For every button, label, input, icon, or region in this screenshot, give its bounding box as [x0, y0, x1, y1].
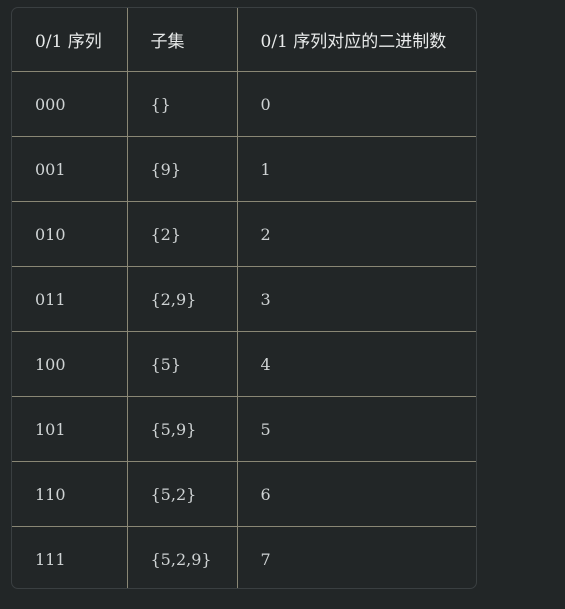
subset-table: 0/1 序列 子集 0/1 序列对应的二进制数 000 {} 0 001 {9}…	[12, 8, 476, 588]
cell-subset: {5,9}	[127, 396, 238, 462]
cell-sequence: 011	[12, 266, 128, 332]
cell-binary: 3	[237, 266, 476, 332]
table-row: 101 {5,9} 5	[12, 396, 476, 462]
cell-binary: 5	[237, 396, 476, 462]
cell-subset: {5}	[127, 331, 238, 397]
header-sequence: 0/1 序列	[12, 8, 128, 72]
cell-subset: {}	[127, 71, 238, 137]
cell-sequence: 010	[12, 201, 128, 267]
table-row: 111 {5,2,9} 7	[12, 526, 476, 588]
table-row: 100 {5} 4	[12, 331, 476, 397]
table-row: 011 {2,9} 3	[12, 266, 476, 332]
cell-subset: {2,9}	[127, 266, 238, 332]
table-container: 0/1 序列 子集 0/1 序列对应的二进制数 000 {} 0 001 {9}…	[11, 7, 477, 589]
cell-subset: {9}	[127, 136, 238, 202]
cell-subset: {5,2,9}	[127, 526, 238, 588]
table-row: 000 {} 0	[12, 71, 476, 137]
header-binary: 0/1 序列对应的二进制数	[237, 8, 476, 72]
cell-sequence: 110	[12, 461, 128, 527]
table-row: 110 {5,2} 6	[12, 461, 476, 527]
cell-sequence: 100	[12, 331, 128, 397]
cell-binary: 1	[237, 136, 476, 202]
cell-binary: 4	[237, 331, 476, 397]
table-row: 010 {2} 2	[12, 201, 476, 267]
cell-sequence: 101	[12, 396, 128, 462]
cell-sequence: 000	[12, 71, 128, 137]
cell-subset: {2}	[127, 201, 238, 267]
cell-binary: 2	[237, 201, 476, 267]
cell-subset: {5,2}	[127, 461, 238, 527]
cell-sequence: 001	[12, 136, 128, 202]
cell-binary: 0	[237, 71, 476, 137]
cell-binary: 6	[237, 461, 476, 527]
cell-sequence: 111	[12, 526, 128, 588]
cell-binary: 7	[260, 549, 271, 569]
table-row: 001 {9} 1	[12, 136, 476, 202]
header-subset: 子集	[127, 8, 238, 72]
table-header-row: 0/1 序列 子集 0/1 序列对应的二进制数	[12, 8, 476, 72]
